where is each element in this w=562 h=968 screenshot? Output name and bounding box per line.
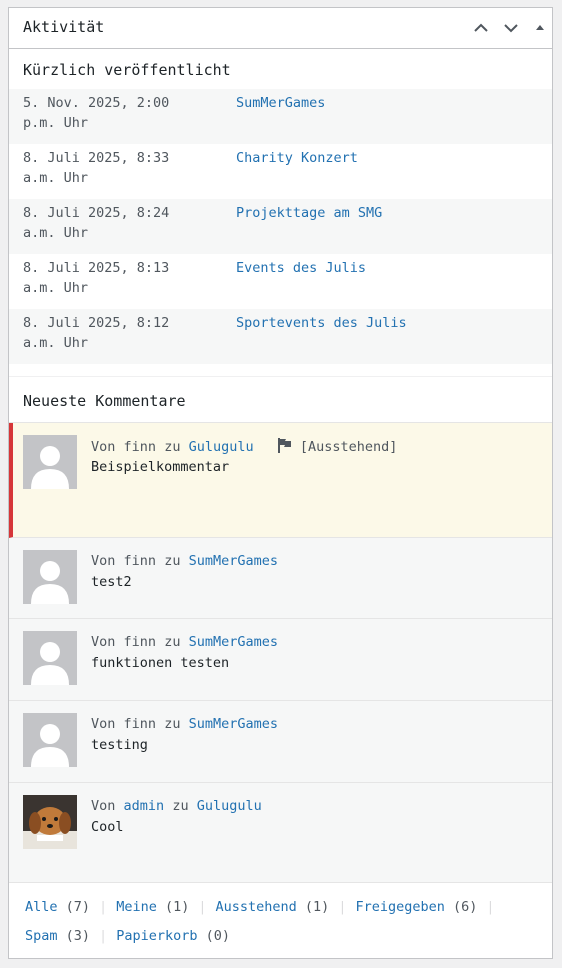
avatar [23, 795, 77, 849]
comment-post-link[interactable]: Gulugulu [197, 798, 262, 814]
filter-count: (7) [65, 899, 91, 915]
publish-date: 8. Juli 2025, 8:24 a.m. Uhr [23, 205, 170, 241]
post-link[interactable]: SumMerGames [236, 93, 325, 113]
comment-item: Von finn zu SumMerGames funktionen teste… [9, 619, 552, 701]
filter-trash-link[interactable]: Papierkorb [116, 928, 197, 944]
filter-count: (6) [453, 899, 478, 915]
published-list: 5. Nov. 2025, 2:00 p.m. Uhr SumMerGames 8… [9, 89, 552, 364]
publish-date: 8. Juli 2025, 8:33 a.m. Uhr [23, 150, 170, 186]
publish-date: 5. Nov. 2025, 2:00 p.m. Uhr [23, 95, 170, 131]
filter-approved-link[interactable]: Freigegeben [355, 899, 444, 915]
default-avatar-icon [23, 713, 77, 767]
comment-meta: Von finn zu SumMerGames [91, 634, 278, 650]
post-link[interactable]: Charity Konzert [236, 148, 358, 168]
comment-item: Von admin zu Gulugulu Cool [9, 783, 552, 896]
comment-text: Cool [91, 819, 124, 835]
default-avatar-icon [23, 631, 77, 685]
comment-author: finn [123, 634, 157, 650]
publish-date: 8. Juli 2025, 8:13 a.m. Uhr [23, 260, 170, 296]
activity-widget: Aktivität Kürzlich veröffentlicht 5. Nov… [8, 7, 553, 959]
filter-spam-link[interactable]: Spam [25, 928, 58, 944]
recent-comments-heading: Neueste Kommentare [23, 392, 186, 410]
comment-author: finn [123, 716, 157, 732]
list-item: 8. Juli 2025, 8:33 a.m. Uhr Charity Konze… [9, 144, 552, 199]
post-link[interactable]: Projekttage am SMG [236, 203, 382, 223]
filter-pending-link[interactable]: Ausstehend [216, 899, 297, 915]
comment-item: Von finn zu Gulugulu [Ausstehend] Beispi… [9, 423, 552, 538]
comment-post-link[interactable]: Gulugulu [189, 439, 254, 455]
flag-icon [277, 438, 291, 453]
filter-count: (1) [164, 899, 190, 915]
comment-author: finn [123, 439, 157, 455]
avatar [23, 713, 77, 767]
caret-up-icon [536, 25, 544, 30]
comment-meta: Von finn zu SumMerGames [91, 716, 278, 732]
chevron-up-icon [474, 23, 488, 32]
avatar [23, 631, 77, 685]
move-down-button[interactable] [499, 16, 523, 40]
publish-date: 8. Juli 2025, 8:12 a.m. Uhr [23, 315, 170, 351]
post-link[interactable]: Events des Julis [236, 258, 366, 278]
comment-text: test2 [91, 574, 132, 590]
comment-item: Von finn zu SumMerGames testing [9, 701, 552, 783]
list-item: 8. Juli 2025, 8:24 a.m. Uhr Projekttage a… [9, 199, 552, 254]
recently-published-heading: Kürzlich veröffentlicht [23, 61, 231, 79]
toggle-panel-button[interactable] [528, 16, 552, 40]
dog-photo-avatar-icon [23, 795, 77, 849]
comment-text: funktionen testen [91, 655, 230, 671]
chevron-down-icon [504, 24, 518, 33]
filter-count: (3) [65, 928, 91, 944]
filter-mine-link[interactable]: Meine [116, 899, 157, 915]
comment-post-link[interactable]: SumMerGames [189, 634, 278, 650]
comment-meta: Von admin zu Gulugulu [91, 798, 262, 814]
comment-author-link[interactable]: admin [124, 798, 165, 814]
comment-meta: Von finn zu Gulugulu [Ausstehend] [91, 438, 398, 455]
comment-item: Von finn zu SumMerGames test2 [9, 538, 552, 619]
list-item: 5. Nov. 2025, 2:00 p.m. Uhr SumMerGames [9, 89, 552, 144]
avatar [23, 550, 77, 604]
avatar [23, 435, 77, 489]
widget-title: Aktivität [23, 18, 105, 36]
list-item: 8. Juli 2025, 8:13 a.m. Uhr Events des Ju… [9, 254, 552, 309]
comment-filter-links: Alle (7) | Meine (1) | Ausstehend (1) | Freige… [9, 882, 552, 958]
comment-text: Beispielkommentar [91, 459, 230, 475]
comment-author: finn [123, 553, 157, 569]
filter-all-link[interactable]: Alle [25, 899, 58, 915]
widget-header: Aktivität [9, 8, 552, 49]
status-badge: [Ausstehend] [299, 439, 398, 455]
default-avatar-icon [23, 550, 77, 604]
comment-post-link[interactable]: SumMerGames [189, 553, 278, 569]
filter-count: (1) [304, 899, 330, 915]
filter-count: (0) [205, 928, 230, 944]
comment-meta: Von finn zu SumMerGames [91, 553, 278, 569]
list-item: 8. Juli 2025, 8:12 a.m. Uhr Sportevents d… [9, 309, 552, 364]
comment-post-link[interactable]: SumMerGames [189, 716, 278, 732]
default-avatar-icon [23, 435, 77, 489]
post-link[interactable]: Sportevents des Julis [236, 313, 407, 333]
move-up-button[interactable] [469, 16, 493, 40]
comment-text: testing [91, 737, 148, 753]
